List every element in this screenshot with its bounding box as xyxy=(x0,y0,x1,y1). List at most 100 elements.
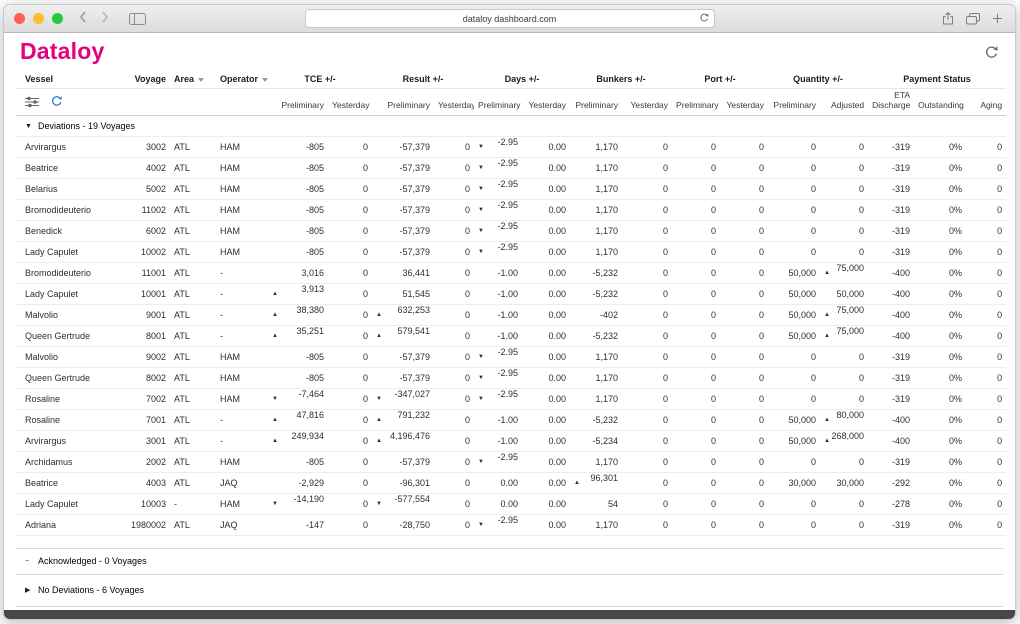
cell-eta-discharge: -319 xyxy=(868,157,914,178)
column-subheader[interactable]: Preliminary xyxy=(672,89,720,116)
cell-voyage: 7002 xyxy=(112,388,170,409)
cell-port-preliminary: 0 xyxy=(672,430,720,451)
cell-operator: HAM xyxy=(216,451,268,472)
table-row[interactable]: Rosaline7001ATL-▲47,8160▲791,2320-1.000.… xyxy=(16,409,1006,430)
column-group-operator[interactable]: Operator xyxy=(216,69,268,89)
column-subheader[interactable]: Aging xyxy=(966,89,1006,116)
cell-port-yesterday: 0 xyxy=(720,220,768,241)
cell-port-yesterday: 0 xyxy=(720,451,768,472)
table-row[interactable]: Rosaline7002ATLHAM▼-7,4640▼-347,0270▼-2.… xyxy=(16,388,1006,409)
cell-quantity-adjusted: 0 xyxy=(820,367,868,388)
cell-result-yesterday: 0 xyxy=(434,367,474,388)
cell-quantity-adjusted: 0 xyxy=(820,346,868,367)
cell-bunkers-yesterday: 0 xyxy=(622,451,672,472)
filter-icon[interactable] xyxy=(262,78,268,82)
cell-port-yesterday: 0 xyxy=(720,388,768,409)
cell-port-yesterday: 0 xyxy=(720,241,768,262)
column-group-payment-status[interactable]: Payment Status xyxy=(868,69,1006,89)
cell-operator: JAQ xyxy=(216,472,268,493)
column-subheader[interactable]: Yesterday xyxy=(720,89,768,116)
cell-result-preliminary: 36,441 xyxy=(372,262,434,283)
column-group-result[interactable]: Result +/- xyxy=(372,69,474,89)
column-group-days[interactable]: Days +/- xyxy=(474,69,570,89)
cell-aging: 0 xyxy=(966,220,1006,241)
table-row[interactable]: Belarius5002ATLHAM-8050-57,3790▼-2.950.0… xyxy=(16,178,1006,199)
cell-tce-yesterday: 0 xyxy=(328,409,372,430)
column-subheader[interactable]: Yesterday xyxy=(522,89,570,116)
zoom-window-button[interactable] xyxy=(52,13,63,24)
cell-quantity-preliminary: 50,000 xyxy=(768,283,820,304)
cell-tce-preliminary: -805 xyxy=(268,199,328,220)
table-row[interactable]: Malvolio9002ATLHAM-8050-57,3790▼-2.950.0… xyxy=(16,346,1006,367)
table-row[interactable]: Archidamus2002ATLHAM-8050-57,3790▼-2.950… xyxy=(16,451,1006,472)
column-subheader[interactable]: Outstanding xyxy=(914,89,966,116)
column-subheader[interactable]: Preliminary xyxy=(268,89,328,116)
sidebar-toggle-icon[interactable] xyxy=(129,13,146,25)
share-icon[interactable] xyxy=(942,12,954,25)
table-row[interactable]: Benedick6002ATLHAM-8050-57,3790▼-2.950.0… xyxy=(16,220,1006,241)
up-arrow-icon: ▲ xyxy=(824,431,830,451)
cell-port-preliminary: 0 xyxy=(672,493,720,514)
address-bar[interactable]: dataloy dashboard.com xyxy=(305,9,715,28)
column-group-bunkers[interactable]: Bunkers +/- xyxy=(570,69,672,89)
table-row[interactable]: Bromodideuterio11001ATL-3,016036,4410-1.… xyxy=(16,262,1006,283)
column-subheader[interactable]: Preliminary xyxy=(474,89,522,116)
filter-icon[interactable] xyxy=(198,78,204,82)
cell-bunkers-preliminary: 1,170 xyxy=(570,514,622,535)
cell-days-yesterday: 0.00 xyxy=(522,388,570,409)
forward-icon[interactable] xyxy=(101,10,109,28)
cell-days-yesterday: 0.00 xyxy=(522,304,570,325)
column-subheader[interactable]: Preliminary xyxy=(768,89,820,116)
table-row[interactable]: Beatrice4002ATLHAM-8050-57,3790▼-2.950.0… xyxy=(16,157,1006,178)
table-row[interactable]: Lady Capulet10003-HAM▼-14,1900▼-577,5540… xyxy=(16,493,1006,514)
table-row[interactable]: Queen Gertrude8002ATLHAM-8050-57,3790▼-2… xyxy=(16,367,1006,388)
filter-settings-icon[interactable] xyxy=(25,96,39,111)
minimize-window-button[interactable] xyxy=(33,13,44,24)
column-group-vessel[interactable]: Vessel xyxy=(16,69,112,89)
section-header-no-deviations[interactable]: ▶No Deviations - 6 Voyages xyxy=(16,575,1003,607)
column-subheader[interactable]: Preliminary xyxy=(570,89,622,116)
column-subheader[interactable]: ETA Discharge xyxy=(868,89,914,116)
table-row[interactable]: Lady Capulet10001ATL-▲3,913051,5450-1.00… xyxy=(16,283,1006,304)
dataloy-logo[interactable]: Dataloy xyxy=(20,40,104,63)
new-tab-icon[interactable] xyxy=(992,13,1003,24)
section-header-deviations[interactable]: ▼Deviations - 19 Voyages xyxy=(16,115,1006,136)
column-group-area[interactable]: Area xyxy=(170,69,216,89)
refresh-table-icon[interactable] xyxy=(50,95,63,111)
cell-area: ATL xyxy=(170,346,216,367)
close-window-button[interactable] xyxy=(14,13,25,24)
column-group-port[interactable]: Port +/- xyxy=(672,69,768,89)
cell-port-yesterday: 0 xyxy=(720,325,768,346)
column-group-voyage[interactable]: Voyage xyxy=(112,69,170,89)
cell-eta-discharge: -292 xyxy=(868,472,914,493)
section-header-acknowledged[interactable]: −Acknowledged - 0 Voyages xyxy=(16,548,1003,575)
table-row[interactable]: Adriana1980002ATLJAQ-1470-28,7500▼-2.950… xyxy=(16,514,1006,535)
column-subheader[interactable]: Preliminary xyxy=(372,89,434,116)
cell-tce-preliminary: ▲47,816 xyxy=(268,409,328,430)
table-row[interactable]: Arvirargus3002ATLHAM-8050-57,3790▼-2.950… xyxy=(16,136,1006,157)
cell-result-yesterday: 0 xyxy=(434,493,474,514)
back-icon[interactable] xyxy=(79,10,87,28)
reload-icon[interactable] xyxy=(699,12,710,24)
column-subheader[interactable]: Yesterday xyxy=(328,89,372,116)
cell-bunkers-yesterday: 0 xyxy=(622,199,672,220)
table-row[interactable]: Malvolio9001ATL-▲38,3800▲632,2530-1.000.… xyxy=(16,304,1006,325)
table-row[interactable]: Queen Gertrude8001ATL-▲35,2510▲579,5410-… xyxy=(16,325,1006,346)
cell-port-preliminary: 0 xyxy=(672,178,720,199)
cell-days-preliminary: ▼-2.95 xyxy=(474,157,522,178)
column-subheader[interactable]: Yesterday xyxy=(434,89,474,116)
column-subheader[interactable]: Adjusted xyxy=(820,89,868,116)
column-group-quantity[interactable]: Quantity +/- xyxy=(768,69,868,89)
cell-outstanding: 0% xyxy=(914,367,966,388)
cell-operator: - xyxy=(216,283,268,304)
tab-overview-icon[interactable] xyxy=(966,13,980,25)
column-subheader[interactable]: Yesterday xyxy=(622,89,672,116)
cell-port-preliminary: 0 xyxy=(672,283,720,304)
refresh-dashboard-icon[interactable] xyxy=(984,45,999,60)
column-group-tce[interactable]: TCE +/- xyxy=(268,69,372,89)
table-row[interactable]: Bromodideuterio11002ATLHAM-8050-57,3790▼… xyxy=(16,199,1006,220)
table-row[interactable]: Lady Capulet10002ATLHAM-8050-57,3790▼-2.… xyxy=(16,241,1006,262)
table-row[interactable]: Beatrice4003ATLJAQ-2,9290-96,30100.000.0… xyxy=(16,472,1006,493)
table-row[interactable]: Arvirargus3001ATL-▲249,9340▲4,196,4760-1… xyxy=(16,430,1006,451)
cell-result-preliminary: ▼-347,027 xyxy=(372,388,434,409)
